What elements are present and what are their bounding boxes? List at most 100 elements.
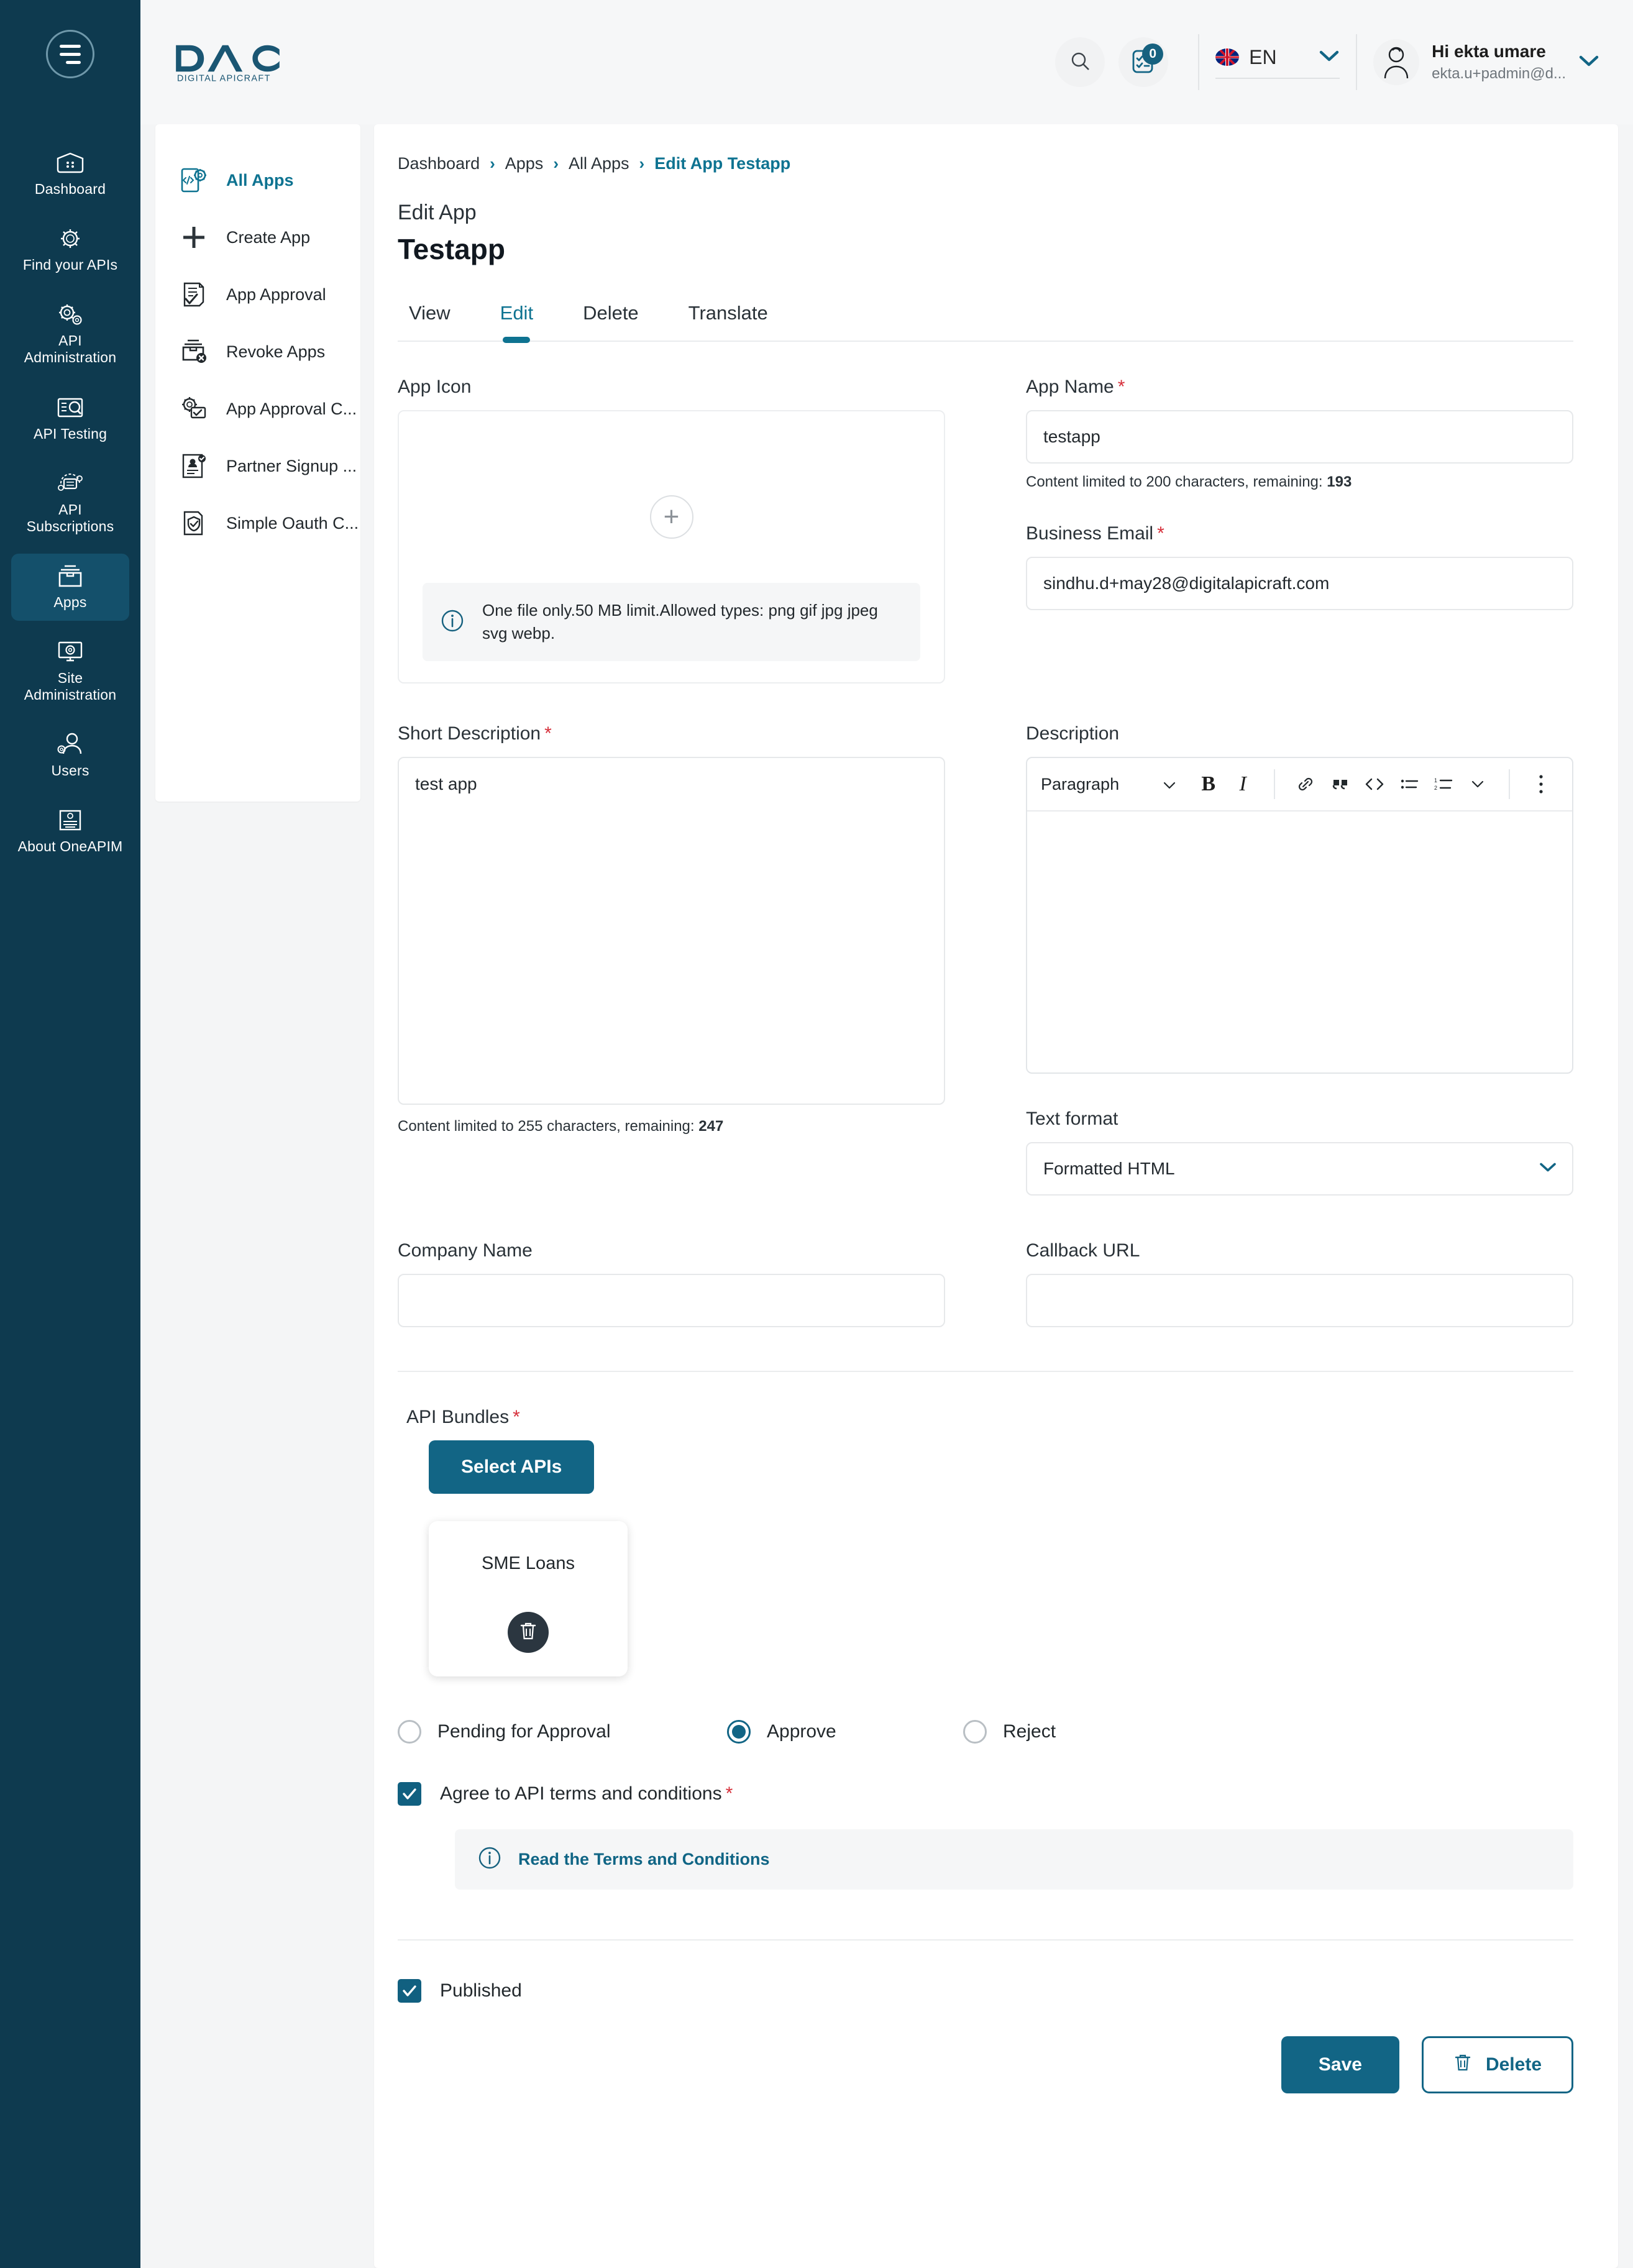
- users-icon: [53, 731, 87, 758]
- short-description-textarea[interactable]: [398, 757, 945, 1105]
- sidebar-item-label: About OneAPIM: [17, 838, 123, 855]
- form-col-description: Description Paragraph B I 1 2 Text forma…: [1026, 723, 1573, 1196]
- header-divider-2: [1356, 34, 1358, 90]
- check-icon: [403, 1985, 416, 1996]
- business-email-input[interactable]: [1026, 557, 1573, 610]
- app-icon-info: One file only.50 MB limit.Allowed types:…: [423, 583, 920, 661]
- brand-logo[interactable]: DIGITAL APICRAFT: [164, 41, 295, 83]
- agree-terms-row[interactable]: Agree to API terms and conditions *: [398, 1744, 1573, 1806]
- blockquote-icon[interactable]: [1323, 767, 1357, 802]
- api-bundles-label-text: API Bundles: [406, 1407, 510, 1427]
- search-button[interactable]: [1055, 37, 1105, 87]
- app-approval-icon: [178, 278, 210, 311]
- submenu-item-partner-signup[interactable]: Partner Signup ...: [155, 437, 360, 495]
- sidebar-item-site-administration[interactable]: Site Administration: [11, 629, 129, 713]
- published-checkbox[interactable]: [398, 1979, 421, 2003]
- tab-view[interactable]: View: [409, 302, 451, 341]
- api-bundles-label: API Bundles *: [398, 1407, 1573, 1428]
- sidebar-item-dashboard[interactable]: Dashboard: [11, 140, 129, 208]
- tab-delete[interactable]: Delete: [583, 302, 639, 341]
- callback-url-input[interactable]: [1026, 1274, 1573, 1327]
- required-marker: *: [725, 1783, 733, 1804]
- plus-icon[interactable]: +: [649, 495, 693, 539]
- api-bundle-name: SME Loans: [482, 1553, 575, 1573]
- bullet-list-icon[interactable]: [1392, 767, 1426, 802]
- sidebar-item-label: API Testing: [33, 425, 107, 442]
- description-input-area[interactable]: [1027, 812, 1572, 1072]
- save-button[interactable]: Save: [1281, 2036, 1399, 2093]
- chevron-down-icon: [1578, 54, 1599, 71]
- all-apps-icon: [178, 164, 210, 196]
- sidebar-item-label: Find your APIs: [22, 257, 118, 273]
- user-greeting: Hi ekta umare: [1432, 42, 1546, 61]
- agree-terms-checkbox[interactable]: [398, 1782, 421, 1806]
- company-name-label: Company Name: [398, 1240, 533, 1261]
- content-area: All Apps Create App App Approval Revoke …: [140, 124, 1633, 2268]
- bold-icon[interactable]: B: [1191, 767, 1225, 802]
- sidebar-item-label: Dashboard: [34, 181, 106, 197]
- breadcrumb-item-apps[interactable]: Apps: [505, 154, 544, 173]
- app-icon-info-text: One file only.50 MB limit.Allowed types:…: [482, 601, 878, 643]
- submenu-item-revoke-apps[interactable]: Revoke Apps: [155, 323, 360, 380]
- hamburger-lines: [60, 44, 81, 64]
- select-apis-button[interactable]: Select APIs: [429, 1440, 595, 1494]
- sidebar-item-users[interactable]: Users: [11, 722, 129, 789]
- form-col-short-desc: Short Description* Content limited to 25…: [398, 723, 945, 1196]
- header-divider-1: [1198, 34, 1200, 90]
- tab-translate[interactable]: Translate: [688, 302, 768, 341]
- tab-bar: View Edit Delete Translate: [398, 302, 1573, 342]
- submenu-item-all-apps[interactable]: All Apps: [155, 152, 360, 209]
- submenu-item-create-app[interactable]: Create App: [155, 209, 360, 266]
- editor-style-select[interactable]: Paragraph: [1041, 775, 1191, 794]
- radio-approve[interactable]: Approve: [727, 1720, 963, 1744]
- italic-icon[interactable]: I: [1225, 767, 1260, 802]
- chevron-down-icon[interactable]: [1461, 767, 1495, 802]
- tab-edit[interactable]: Edit: [500, 302, 533, 341]
- language-selector[interactable]: EN: [1215, 46, 1340, 79]
- app-name-hint-text: Content limited to 200 characters, remai…: [1026, 473, 1327, 490]
- svg-text:2: 2: [1434, 785, 1437, 791]
- radio-reject[interactable]: Reject: [963, 1720, 1056, 1744]
- delete-button[interactable]: Delete: [1421, 2036, 1573, 2093]
- read-terms-link[interactable]: Read the Terms and Conditions: [518, 1850, 770, 1869]
- submenu-item-simple-oauth[interactable]: Simple Oauth C...: [155, 495, 360, 552]
- sidebar-item-find-your-apis[interactable]: Find your APIs: [11, 216, 129, 283]
- submenu-item-label: App Approval: [226, 285, 326, 304]
- app-icon-dropzone[interactable]: + One file only.50 MB limit.Allowed type…: [398, 410, 945, 684]
- api-bundle-delete-button[interactable]: [508, 1612, 549, 1653]
- link-icon[interactable]: [1289, 767, 1323, 802]
- api-bundle-card[interactable]: SME Loans: [429, 1521, 628, 1676]
- numbered-list-icon[interactable]: 12: [1426, 767, 1460, 802]
- radio-label: Pending for Approval: [437, 1721, 611, 1742]
- form-col-right: App Name* Content limited to 200 charact…: [1026, 377, 1573, 684]
- published-row[interactable]: Published: [398, 1941, 1573, 2003]
- radio-pending-for-approval[interactable]: Pending for Approval: [398, 1720, 727, 1744]
- sidebar-item-api-administration[interactable]: API Administration: [11, 292, 129, 376]
- app-icon-label: App Icon: [398, 377, 472, 397]
- chevron-down-icon: [1319, 49, 1340, 66]
- breadcrumb-item-all-apps[interactable]: All Apps: [569, 154, 629, 173]
- sidebar-item-apps[interactable]: Apps: [11, 553, 129, 621]
- sidebar-item-api-subscriptions[interactable]: API Subscriptions: [11, 461, 129, 545]
- sidebar-item-about-oneapim[interactable]: About OneAPIM: [11, 798, 129, 865]
- app-name-input[interactable]: [1026, 410, 1573, 464]
- company-name-input[interactable]: [398, 1274, 945, 1327]
- breadcrumb-item-dashboard[interactable]: Dashboard: [398, 154, 480, 173]
- form-col-left: App Icon + One file only.50 MB limit.All…: [398, 377, 945, 684]
- toolbar-divider: [1509, 769, 1510, 799]
- submenu-item-label: App Approval C...: [226, 399, 357, 418]
- text-format-select[interactable]: [1026, 1142, 1573, 1196]
- submenu-item-app-approval[interactable]: App Approval: [155, 266, 360, 323]
- form-col-company: Company Name: [398, 1240, 945, 1327]
- hamburger-menu-icon[interactable]: [46, 30, 94, 78]
- simple-oauth-icon: [178, 507, 210, 539]
- code-icon[interactable]: [1358, 767, 1392, 802]
- tasks-button[interactable]: 0: [1118, 37, 1169, 87]
- user-menu[interactable]: Hi ekta umare ekta.u+padmin@d...: [1373, 39, 1599, 85]
- apps-icon: [53, 562, 87, 590]
- submenu-item-app-approval-config[interactable]: App Approval C...: [155, 380, 360, 437]
- breadcrumb-item-current: Edit App Testapp: [654, 154, 791, 173]
- sidebar-item-api-testing[interactable]: API Testing: [11, 385, 129, 452]
- more-vertical-icon[interactable]: [1524, 767, 1558, 802]
- api-bundles-section: API Bundles * Select APIs SME Loans: [398, 1372, 1573, 1676]
